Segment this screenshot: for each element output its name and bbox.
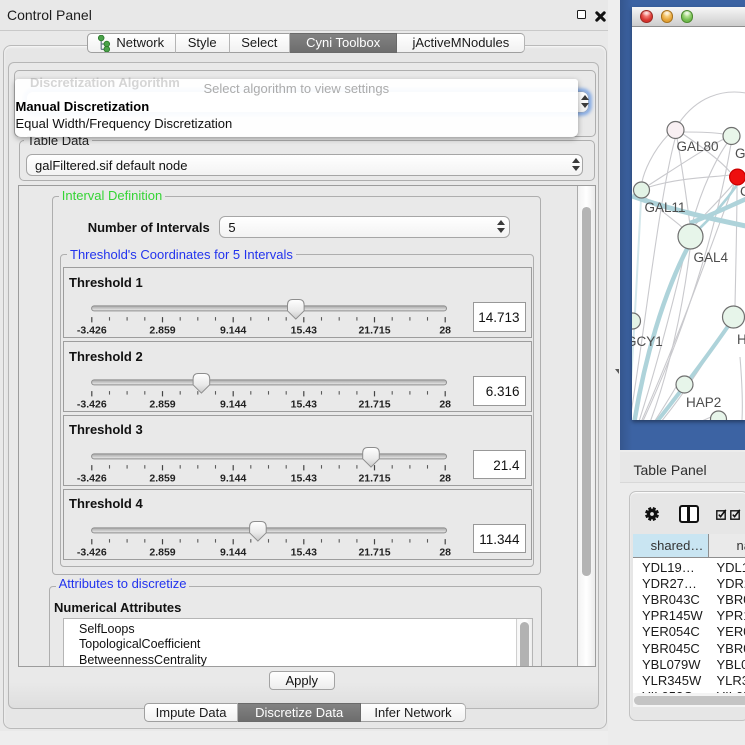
svg-text:GAL11: GAL11 [644,200,685,215]
svg-text:21.715: 21.715 [358,325,390,337]
svg-text:28: 28 [439,325,451,337]
svg-text:21.715: 21.715 [358,546,390,558]
svg-text:2.859: 2.859 [149,472,175,484]
svg-text:21.715: 21.715 [358,399,390,411]
svg-text:HAP2: HAP2 [686,395,721,410]
svg-text:28: 28 [439,546,451,558]
svg-text:15.43: 15.43 [291,399,317,411]
svg-text:28: 28 [439,399,451,411]
svg-text:GA: GA [735,146,745,161]
svg-text:-3.426: -3.426 [77,472,107,484]
svg-text:2.859: 2.859 [149,325,175,337]
svg-text:28: 28 [439,472,451,484]
svg-text:15.43: 15.43 [291,546,317,558]
svg-text:C: C [740,184,745,199]
svg-text:GAL4: GAL4 [693,250,728,265]
svg-text:GAL80: GAL80 [676,139,718,154]
svg-text:-3.426: -3.426 [77,546,107,558]
svg-text:GCY1: GCY1 [632,334,663,349]
svg-text:9.144: 9.144 [220,546,246,558]
svg-text:9.144: 9.144 [220,325,246,337]
svg-text:-3.426: -3.426 [77,399,107,411]
svg-text:2.859: 2.859 [149,546,175,558]
svg-text:-3.426: -3.426 [77,325,107,337]
svg-text:15.43: 15.43 [291,472,317,484]
svg-text:9.144: 9.144 [220,472,246,484]
svg-text:9.144: 9.144 [220,399,246,411]
svg-text:15.43: 15.43 [291,325,317,337]
svg-text:21.715: 21.715 [358,472,390,484]
svg-text:2.859: 2.859 [149,399,175,411]
svg-text:H: H [737,332,745,347]
